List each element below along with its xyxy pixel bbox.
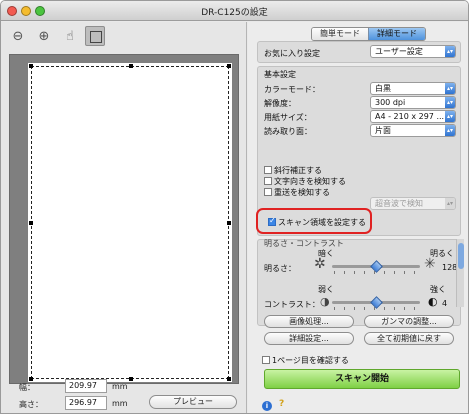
resolution-label: 解像度： — [264, 99, 296, 108]
chevron-updown-icon: ▴▾ — [445, 46, 455, 57]
checkbox-box — [264, 166, 272, 174]
annotation-highlight — [256, 208, 372, 234]
zoom-out-icon[interactable]: ⊖ — [9, 28, 27, 46]
sun-bright-icon: ✳ — [424, 256, 436, 272]
favorites-value: ユーザー設定 — [375, 47, 423, 56]
detail-settings-button[interactable]: 詳細設定... — [264, 332, 354, 345]
preview-button[interactable]: プレビュー — [149, 395, 237, 409]
title-bar: DR-C125の設定 — [1, 1, 468, 21]
resolution-select[interactable]: 300 dpi ▴▾ — [370, 96, 456, 109]
tab-simple-mode[interactable]: 簡単モード — [312, 28, 368, 40]
color-mode-select[interactable]: 白黒 ▴▾ — [370, 82, 456, 95]
contrast-low-icon: ◑ — [320, 295, 330, 308]
brightness-value: 128 — [442, 263, 458, 272]
scrollbar-knob[interactable] — [458, 243, 464, 269]
gamma-adjust-button[interactable]: ガンマの調整... — [364, 315, 454, 328]
scan-side-label: 読み取り面： — [264, 127, 312, 136]
scan-side-select[interactable]: 片面 ▴▾ — [370, 124, 456, 137]
height-label: 高さ： — [19, 400, 43, 409]
start-scan-button[interactable]: スキャン開始 — [264, 369, 460, 389]
checkbox-box — [262, 356, 270, 364]
favorites-label: お気に入り設定 — [264, 49, 320, 58]
resolution-value: 300 dpi — [375, 98, 406, 107]
brightness-contrast-panel: 明るさ・コントラスト 暗く 明るく 明るさ： ✲ ✳ 128 弱く 強く コント… — [257, 239, 461, 326]
double-feed-method-select: 超音波で検知 ▴▾ — [370, 197, 456, 210]
chevron-updown-icon: ▴▾ — [445, 111, 455, 122]
double-feed-checkbox[interactable]: 重送を検知する — [264, 187, 330, 198]
resize-handle-top-left[interactable] — [29, 64, 33, 68]
paper-size-label: 用紙サイズ： — [264, 113, 312, 122]
contrast-strong-label: 強く — [430, 285, 446, 294]
width-label: 幅： — [19, 383, 35, 392]
page-preview — [28, 63, 232, 382]
settings-scrollbar[interactable] — [456, 239, 464, 307]
tab-advanced-mode[interactable]: 詳細モード — [368, 28, 425, 40]
favorites-select[interactable]: ユーザー設定 ▴▾ — [370, 45, 456, 58]
image-processing-button[interactable]: 画像処理... — [264, 315, 354, 328]
favorites-panel: お気に入り設定 ユーザー設定 ▴▾ — [257, 41, 461, 63]
deskew-label: 斜行補正する — [274, 166, 322, 175]
deskew-checkbox[interactable]: 斜行補正する — [264, 165, 322, 176]
height-field[interactable]: 296.97 — [65, 396, 107, 410]
basic-settings-title: 基本設定 — [264, 70, 296, 79]
contrast-value: 4 — [442, 299, 448, 308]
confirm-first-page-checkbox[interactable]: 1ページ目を確認する — [262, 355, 349, 366]
confirm-first-page-label: 1ページ目を確認する — [272, 356, 349, 365]
color-mode-label: カラーモード： — [264, 85, 320, 94]
reset-defaults-button[interactable]: 全て初期値に戻す — [364, 332, 454, 345]
chevron-updown-icon: ▴▾ — [445, 198, 455, 209]
paper-size-value: A4 - 210 x 297 ... — [375, 112, 445, 121]
resize-handle-bottom-right[interactable] — [227, 377, 231, 381]
contrast-weak-label: 弱く — [318, 285, 334, 294]
sun-dim-icon: ✲ — [314, 256, 326, 272]
text-orientation-label: 文字向きを検知する — [274, 177, 346, 186]
contrast-label: コントラスト： — [264, 300, 320, 309]
chevron-updown-icon: ▴▾ — [445, 125, 455, 136]
chevron-updown-icon: ▴▾ — [445, 83, 455, 94]
info-icon[interactable]: i — [262, 401, 272, 411]
scan-side-value: 片面 — [375, 126, 391, 135]
resize-handle-top[interactable] — [129, 64, 133, 68]
preview-canvas[interactable] — [9, 54, 239, 384]
color-mode-value: 白黒 — [375, 84, 391, 93]
zoom-in-icon[interactable]: ⊕ — [35, 28, 53, 46]
resize-handle-right[interactable] — [227, 221, 231, 225]
resize-handle-bottom[interactable] — [129, 377, 133, 381]
brightness-label: 明るさ： — [264, 264, 296, 273]
resize-handle-bottom-left[interactable] — [29, 377, 33, 381]
mode-switch: 簡単モード 詳細モード — [311, 27, 426, 41]
double-feed-label: 重送を検知する — [274, 188, 330, 197]
area-select-tool-icon[interactable] — [85, 26, 105, 46]
window-title: DR-C125の設定 — [201, 8, 268, 18]
help-icon[interactable]: ? — [279, 399, 284, 409]
paper-size-select[interactable]: A4 - 210 x 297 ... ▴▾ — [370, 110, 456, 123]
width-unit: mm — [112, 382, 128, 391]
text-orientation-checkbox[interactable]: 文字向きを検知する — [264, 176, 346, 187]
height-unit: mm — [112, 399, 128, 408]
settings-window: DR-C125の設定 ⊖ ⊕ ☝ 幅： 209.97 mm 高さ： 296.97… — [0, 0, 469, 414]
width-field[interactable]: 209.97 — [65, 379, 107, 393]
checkbox-box — [264, 188, 272, 196]
contrast-high-icon: ◐ — [428, 295, 438, 308]
chevron-updown-icon: ▴▾ — [445, 97, 455, 108]
checkbox-box — [264, 177, 272, 185]
scan-area-rectangle[interactable] — [29, 64, 231, 381]
hand-tool-icon[interactable]: ☝ — [61, 28, 79, 46]
resize-handle-top-right[interactable] — [227, 64, 231, 68]
double-feed-method-value: 超音波で検知 — [375, 199, 423, 208]
resize-handle-left[interactable] — [29, 221, 33, 225]
preview-pane: ⊖ ⊕ ☝ — [1, 22, 247, 413]
